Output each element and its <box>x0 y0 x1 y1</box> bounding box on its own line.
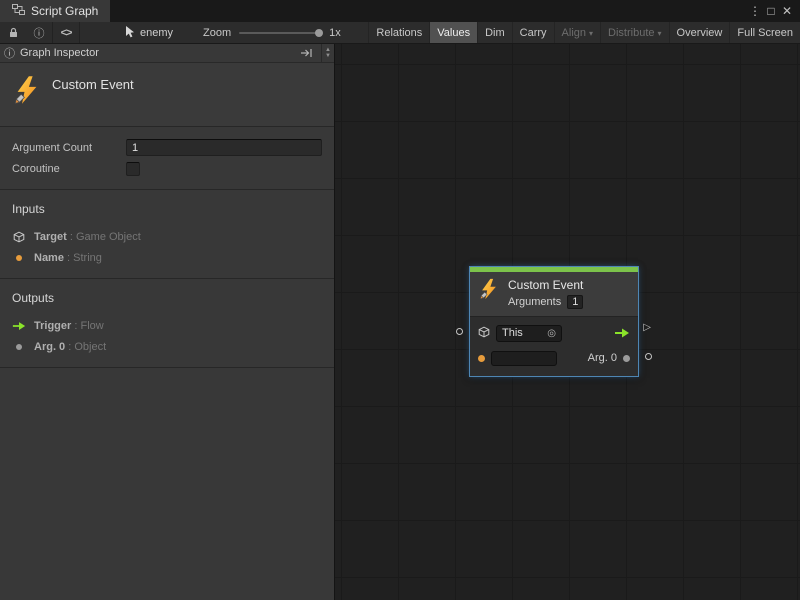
node-arg0-row: Arg. 0 <box>478 348 630 368</box>
port-row-arg0: Arg. 0 : Object <box>12 336 322 357</box>
target-dropdown[interactable]: This ◎ <box>496 325 562 342</box>
distribute-button[interactable]: Distribute▾ <box>600 22 668 43</box>
port-row-target: Target : Game Object <box>12 226 322 247</box>
object-picker-icon[interactable]: ◎ <box>547 328 556 339</box>
unit-fields: Argument Count Coroutine <box>0 127 334 190</box>
inputs-section: Inputs Target : Game Object Name : Strin… <box>0 190 334 279</box>
custom-event-icon <box>478 278 500 303</box>
port-name: Target <box>34 231 67 243</box>
selection-context[interactable]: enemy <box>124 25 173 41</box>
unit-title: Custom Event <box>52 77 134 108</box>
node-header[interactable]: Custom Event Arguments 1 <box>470 272 638 317</box>
inputs-heading: Inputs <box>12 202 322 216</box>
custom-event-icon <box>12 75 42 108</box>
inspector-title: Graph Inspector <box>20 47 99 59</box>
close-icon[interactable]: ✕ <box>779 4 795 18</box>
node-title: Custom Event <box>508 278 583 292</box>
name-input[interactable] <box>491 351 557 366</box>
tab-script-graph[interactable]: Script Graph <box>0 0 110 22</box>
cube-icon <box>12 231 26 243</box>
scroll-down-icon[interactable]: ▼ <box>325 53 331 59</box>
align-button[interactable]: Align▾ <box>554 22 600 43</box>
port-row-name: Name : String <box>12 247 322 268</box>
inspector-header: ⓘ Graph Inspector ▲ ▼ <box>0 44 334 63</box>
script-graph-icon <box>12 4 25 18</box>
port-row-trigger: Trigger : Flow <box>12 315 322 336</box>
carry-button[interactable]: Carry <box>512 22 554 43</box>
port-name: Arg. 0 <box>34 341 65 353</box>
lock-icon[interactable] <box>0 22 26 43</box>
coroutine-row: Coroutine <box>12 158 322 179</box>
arg0-output-port[interactable] <box>645 353 652 360</box>
trigger-output-port[interactable]: ▷ <box>643 323 651 333</box>
code-icon[interactable]: <> <box>53 22 79 43</box>
argument-count-row: Argument Count <box>12 137 322 158</box>
node-arguments: Arguments 1 <box>508 295 583 309</box>
window-controls: ⋮ □ ✕ <box>747 0 800 22</box>
toolbar-separator <box>79 22 80 43</box>
port-name: Name <box>34 252 64 264</box>
outputs-section: Outputs Trigger : Flow Arg. 0 : Object <box>0 279 334 368</box>
tab-title: Script Graph <box>31 4 98 18</box>
toolbar-buttons: Relations Values Dim Carry Align▾ Distri… <box>368 22 800 43</box>
orange-dot-icon <box>12 255 26 261</box>
node-arguments-value[interactable]: 1 <box>567 295 583 309</box>
target-dropdown-value: This <box>502 327 523 339</box>
relations-button[interactable]: Relations <box>368 22 429 43</box>
graph-canvas[interactable]: Custom Event Arguments 1 This ◎ <box>335 44 800 600</box>
coroutine-label: Coroutine <box>12 163 126 175</box>
maximize-icon[interactable]: □ <box>763 4 779 18</box>
zoom-slider[interactable] <box>239 32 321 34</box>
info-icon: ⓘ <box>4 45 15 61</box>
port-type: : String <box>67 252 102 264</box>
values-button[interactable]: Values <box>429 22 477 43</box>
zoom-control: Zoom 1x <box>203 27 341 39</box>
dock-arrow-icon[interactable] <box>300 48 316 58</box>
info-icon[interactable]: ⓘ <box>26 22 52 43</box>
node-target-row: This ◎ <box>478 323 630 343</box>
custom-event-node[interactable]: Custom Event Arguments 1 This ◎ <box>470 267 638 376</box>
cube-icon <box>478 326 490 341</box>
chevron-down-icon: ▾ <box>658 29 662 38</box>
zoom-value: 1x <box>329 27 341 39</box>
arg0-port-dot[interactable] <box>623 355 630 362</box>
unit-header: Custom Event <box>0 63 334 127</box>
pointer-icon <box>124 25 135 41</box>
main-area: ⓘ Graph Inspector ▲ ▼ Custom Event <box>0 44 800 600</box>
dim-button[interactable]: Dim <box>477 22 512 43</box>
kebab-menu-icon[interactable]: ⋮ <box>747 4 763 18</box>
gray-dot-icon <box>12 344 26 350</box>
flow-arrow-icon <box>614 328 630 338</box>
node-arguments-label: Arguments <box>508 296 561 308</box>
window-tab-bar: Script Graph ⋮ □ ✕ <box>0 0 800 22</box>
arg0-label: Arg. 0 <box>588 352 617 364</box>
zoom-slider-handle[interactable] <box>315 29 323 37</box>
port-type: : Flow <box>74 320 103 332</box>
port-type: : Game Object <box>70 231 141 243</box>
inspector-empty-space <box>0 368 334 600</box>
graph-toolbar: ⓘ <> enemy Zoom 1x Relations Values Dim … <box>0 22 800 44</box>
graph-inspector-panel: ⓘ Graph Inspector ▲ ▼ Custom Event <box>0 44 335 600</box>
name-port-dot[interactable] <box>478 355 485 362</box>
port-type: : Object <box>68 341 106 353</box>
port-name: Trigger <box>34 320 71 332</box>
chevron-down-icon: ▾ <box>589 29 593 38</box>
full-screen-button[interactable]: Full Screen <box>729 22 800 43</box>
argument-count-input[interactable] <box>126 139 322 156</box>
overview-button[interactable]: Overview <box>669 22 730 43</box>
target-input-port[interactable] <box>456 328 463 335</box>
outputs-heading: Outputs <box>12 291 322 305</box>
zoom-label: Zoom <box>203 27 231 39</box>
coroutine-checkbox[interactable] <box>126 162 140 176</box>
selection-name: enemy <box>140 27 173 39</box>
flow-arrow-icon <box>12 321 26 331</box>
scroll-stepper[interactable]: ▲ ▼ <box>321 44 334 62</box>
argument-count-label: Argument Count <box>12 142 126 154</box>
node-body: This ◎ Arg. 0 <box>470 317 638 376</box>
